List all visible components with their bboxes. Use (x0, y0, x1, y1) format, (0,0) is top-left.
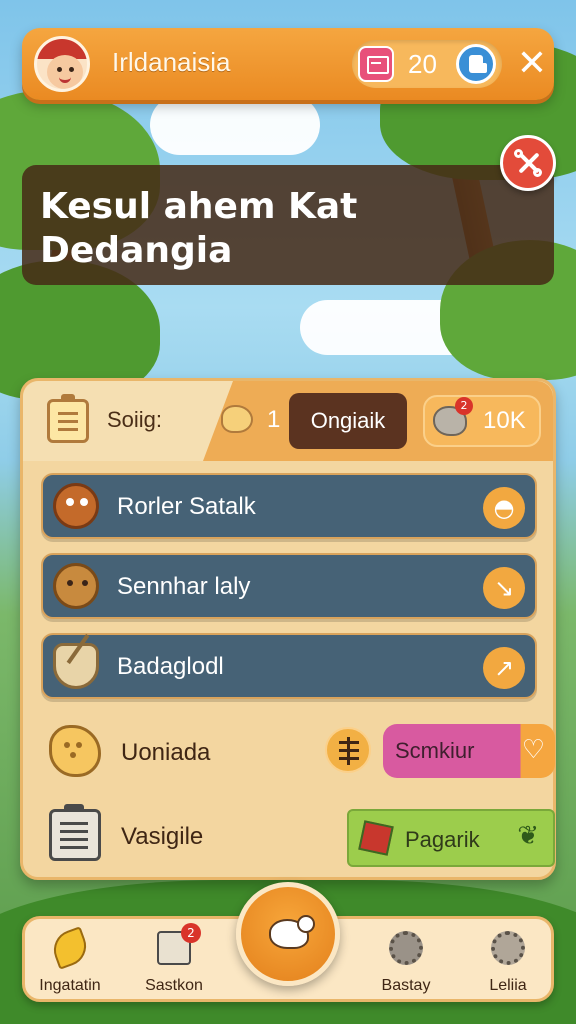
scissors-handle (514, 149, 523, 158)
pagarik-label: Pagarik (405, 827, 480, 852)
list-item-label: Badaglodl (117, 653, 224, 680)
nav-label: Leliia (489, 977, 527, 994)
uoniada-row: Uoniada Scmkiur ♡ (41, 721, 555, 787)
nav-label: Sastkon (145, 977, 203, 994)
mail-icon[interactable] (358, 46, 394, 82)
gear-icon (389, 931, 423, 965)
nav-label: Ingatatin (39, 977, 101, 994)
clipboard-icon (47, 394, 89, 443)
cookie-icon (49, 725, 101, 777)
nav-badge: 2 (181, 923, 201, 943)
list-icon (49, 804, 101, 861)
scmkiur-button[interactable]: Scmkiur ♡ (383, 724, 555, 778)
nav-item-ingatatin[interactable]: Ingatatin (25, 926, 115, 997)
list-item-badaglodl[interactable]: Badaglodl ↗ (41, 633, 537, 699)
panel-body: Rorler Satalk ◓ Sennhar laly ↘ Badaglodl… (23, 461, 555, 877)
heart-icon: ♡ (521, 735, 545, 765)
arrow-up-right-icon[interactable]: ↗ (483, 647, 525, 689)
vasigile-label: Vasigile (121, 823, 204, 850)
list-item-label: Sennhar laly (117, 573, 251, 600)
avatar-eye (57, 67, 62, 72)
close-button[interactable]: ✕ (510, 42, 554, 86)
leaf-icon: ❦ (517, 821, 539, 851)
gem-badge: 2 (455, 397, 473, 415)
main-panel: Soiig: 1 Ongiaik 2 10K Rorler Satalk ◓ S… (20, 378, 556, 880)
top-bar: Irldanaisia 20 ✕ (22, 28, 554, 100)
header-title: Irldanaisia (112, 47, 231, 77)
bird-icon (269, 915, 315, 949)
hat-icon[interactable]: ◓ (483, 487, 525, 529)
nav-item-sastkon[interactable]: 2 Sastkon (129, 923, 219, 997)
player-avatar[interactable] (34, 36, 90, 92)
currency-pill[interactable]: 20 (352, 40, 502, 88)
bowl-icon (53, 643, 99, 689)
gear-icon (491, 931, 525, 965)
scissors-button[interactable] (500, 135, 556, 191)
banner-title: Kesul ahem Kat Dedangia (40, 186, 358, 271)
nav-label: Bastay (381, 977, 431, 994)
cloud (150, 95, 320, 155)
gem-count: 10K (483, 407, 526, 434)
nav-item-bastay[interactable]: Bastay (361, 927, 451, 997)
list-item-label: Rorler Satalk (117, 493, 256, 520)
list-item-rorler[interactable]: Rorler Satalk ◓ (41, 473, 537, 539)
box-icon (358, 820, 394, 856)
cookie-count: 1 (267, 406, 281, 433)
center-play-button[interactable] (236, 882, 340, 986)
scissors-handle (533, 168, 542, 177)
shop-icon[interactable] (456, 44, 496, 84)
pagarik-button[interactable]: Pagarik ❦ (347, 809, 555, 867)
score-label: Soiig: (107, 407, 163, 432)
avatar-face (47, 55, 83, 89)
vasigile-row: Vasigile Pagarik ❦ (41, 804, 555, 871)
uoniada-label: Uoniada (121, 739, 211, 766)
arrow-down-right-icon[interactable]: ↘ (483, 567, 525, 609)
cookie-icon (221, 405, 253, 433)
panel-header: Soiig: 1 Ongiaik 2 10K (23, 381, 553, 461)
banana-icon (48, 926, 92, 970)
gem-pill[interactable]: 2 10K (423, 395, 541, 447)
avatar-eye (69, 67, 74, 72)
ongiaik-button[interactable]: Ongiaik (289, 393, 407, 449)
coin-count: 20 (408, 49, 437, 79)
quest-banner: Kesul ahem Kat Dedangia (22, 165, 554, 285)
adjust-icon[interactable] (325, 727, 371, 773)
nav-item-leliia[interactable]: Leliia (463, 927, 553, 997)
scmkiur-label: Scmkiur (395, 738, 475, 763)
monster-icon (53, 483, 99, 529)
bear-icon (53, 563, 99, 609)
list-item-sennhar[interactable]: Sennhar laly ↘ (41, 553, 537, 619)
